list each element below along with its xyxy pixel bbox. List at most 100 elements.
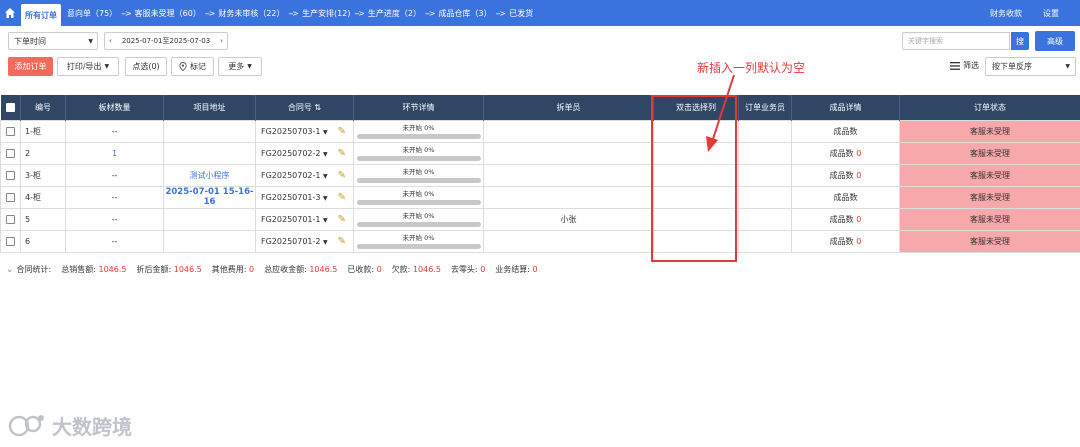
pencil-icon[interactable]: ✎ — [338, 192, 346, 203]
row-select-cell[interactable] — [0, 185, 21, 209]
row-select-cell[interactable] — [0, 229, 21, 253]
more-button[interactable]: 更多 ▼ — [218, 57, 262, 76]
order-id[interactable]: 2 — [20, 141, 66, 165]
table-row[interactable]: 6 -- FG20250701-2 ▼ ✎ 未开始 0% 成品数 0 客服未受理 — [0, 229, 1080, 253]
prev-date-icon[interactable]: ‹ — [109, 37, 112, 45]
stage-detail[interactable]: 未开始 0% — [353, 207, 484, 231]
sort-select[interactable]: 按下单反序 ▼ — [985, 57, 1076, 76]
filter-toggle[interactable]: 筛选 — [950, 60, 979, 71]
pencil-icon[interactable]: ✎ — [338, 236, 346, 247]
project-address[interactable] — [163, 207, 256, 231]
column-header-contract[interactable]: 合同号 ⇅ — [255, 95, 354, 120]
sort-icon[interactable]: ⇅ — [314, 103, 321, 112]
tab-cs-unaccepted[interactable]: 客服未受理（60） — [135, 8, 201, 19]
product-detail[interactable]: 成品数 0 — [791, 141, 900, 165]
project-address[interactable] — [163, 229, 256, 253]
column-header[interactable]: 成品详情 — [791, 95, 900, 120]
column-header[interactable]: 拆单员 — [483, 95, 654, 120]
settings-link[interactable]: 设置 — [1043, 8, 1059, 19]
project-address[interactable] — [163, 141, 256, 165]
keyword-search-input[interactable]: 关键字搜索 — [902, 32, 1010, 50]
row-select-cell[interactable] — [0, 119, 21, 143]
next-date-icon[interactable]: › — [220, 37, 223, 45]
row-select-cell[interactable] — [0, 163, 21, 187]
order-status[interactable]: 客服未受理 — [899, 229, 1080, 253]
add-order-button[interactable]: 添加订单 — [8, 57, 53, 76]
pencil-icon[interactable]: ✎ — [338, 214, 346, 225]
stage-detail[interactable]: 未开始 0% — [353, 163, 484, 187]
product-detail[interactable]: 成品数 — [791, 119, 900, 143]
row-checkbox[interactable] — [6, 170, 15, 180]
column-header[interactable]: 编号 — [20, 95, 66, 120]
table-row[interactable]: 1-柜 -- FG20250703-1 ▼ ✎ 未开始 0% 成品数 客服未受理 — [0, 119, 1080, 143]
order-id[interactable]: 6 — [20, 229, 66, 253]
table-row[interactable]: 3-柜 -- 测试小程序 FG20250702-1 ▼ ✎ 未开始 0% 成品数 0 客服未受… — [0, 163, 1080, 187]
contract-number-dropdown[interactable]: FG20250701-3 ▼ — [261, 193, 328, 202]
table-row[interactable]: 2 1 FG20250702-2 ▼ ✎ 未开始 0% 成品数 0 客服未受理 — [0, 141, 1080, 165]
row-checkbox[interactable] — [6, 214, 15, 224]
order-status[interactable]: 客服未受理 — [899, 141, 1080, 165]
select-all-cell[interactable] — [0, 95, 21, 120]
row-checkbox[interactable] — [6, 236, 15, 246]
column-header[interactable]: 项目地址 — [163, 95, 256, 120]
tab-production-progress[interactable]: 生产进度（2） — [368, 8, 421, 19]
order-status[interactable]: 客服未受理 — [899, 119, 1080, 143]
product-detail[interactable]: 成品数 0 — [791, 207, 900, 231]
column-header[interactable]: 订单状态 — [899, 95, 1080, 120]
stage-detail[interactable]: 未开始 0% — [353, 185, 484, 209]
table-row[interactable]: 5 -- FG20250701-1 ▼ ✎ 未开始 0% 小张 成品数 0 客服未受理 — [0, 207, 1080, 231]
project-address[interactable]: 2025-07-01 15-16-16 — [163, 185, 256, 209]
select-button[interactable]: 点选(0) — [125, 57, 167, 76]
pencil-icon[interactable]: ✎ — [338, 170, 346, 181]
column-header[interactable]: 环节详情 — [353, 95, 484, 120]
tab-production-plan[interactable]: 生产安排(12) — [302, 8, 350, 19]
home-button[interactable] — [0, 0, 20, 26]
date-range-picker[interactable]: ‹ 2025-07-01至2025-07-03 › — [104, 32, 228, 50]
order-status[interactable]: 客服未受理 — [899, 163, 1080, 187]
table-row[interactable]: 4-柜 -- 2025-07-01 15-16-16 FG20250701-3 ▼ ✎ 未… — [0, 185, 1080, 209]
order-status[interactable]: 客服未受理 — [899, 185, 1080, 209]
tab-shipped[interactable]: 已发货 — [509, 8, 533, 19]
row-select-cell[interactable] — [0, 141, 21, 165]
time-type-select[interactable]: 下单时间 ▼ — [8, 32, 98, 50]
project-address[interactable]: 测试小程序 — [163, 163, 256, 187]
product-detail[interactable]: 成品数 — [791, 185, 900, 209]
row-checkbox[interactable] — [6, 126, 15, 136]
row-select-cell[interactable] — [0, 207, 21, 231]
contract-number-dropdown[interactable]: FG20250701-2 ▼ — [261, 237, 328, 246]
advanced-search-button[interactable]: 高级 — [1035, 31, 1075, 51]
stage-detail[interactable]: 未开始 0% — [353, 141, 484, 165]
select-all-checkbox[interactable] — [5, 102, 15, 112]
order-id[interactable]: 4-柜 — [20, 185, 66, 209]
pencil-icon[interactable]: ✎ — [338, 148, 346, 159]
order-status[interactable]: 客服未受理 — [899, 207, 1080, 231]
project-address[interactable] — [163, 119, 256, 143]
order-id[interactable]: 1-柜 — [20, 119, 66, 143]
stage-detail[interactable]: 未开始 0% — [353, 119, 484, 143]
product-detail[interactable]: 成品数 0 — [791, 163, 900, 187]
column-header[interactable]: 订单业务员 — [738, 95, 792, 120]
pencil-icon[interactable]: ✎ — [338, 126, 346, 137]
tab-intention[interactable]: 意向单（75） — [67, 8, 117, 19]
stage-detail[interactable]: 未开始 0% — [353, 229, 484, 253]
print-export-button[interactable]: 打印/导出 ▼ — [57, 57, 119, 76]
tab-finished-warehouse[interactable]: 成品仓库（3） — [439, 8, 492, 19]
order-id[interactable]: 5 — [20, 207, 66, 231]
order-id[interactable]: 3-柜 — [20, 163, 66, 187]
product-detail[interactable]: 成品数 0 — [791, 229, 900, 253]
row-checkbox[interactable] — [6, 148, 15, 158]
collapse-chevron-icon[interactable]: ⌄ — [6, 265, 14, 275]
contract-number-dropdown[interactable]: FG20250703-1 ▼ — [261, 127, 328, 136]
finance-receipt-link[interactable]: 财务收款 — [990, 8, 1022, 19]
contract-number-dropdown[interactable]: FG20250701-1 ▼ — [261, 215, 328, 224]
sales-person — [738, 207, 792, 231]
contract-number-dropdown[interactable]: FG20250702-2 ▼ — [261, 149, 328, 158]
row-checkbox[interactable] — [6, 192, 15, 202]
tab-finance-unreviewed[interactable]: 财务未审核（22） — [218, 8, 284, 19]
mark-button[interactable]: 标记 — [171, 57, 214, 76]
search-button[interactable]: 搜 — [1011, 32, 1029, 50]
contract-number-dropdown[interactable]: FG20250702-1 ▼ — [261, 171, 328, 180]
tab-all-orders[interactable]: 所有订单 — [21, 4, 61, 26]
splitter — [483, 229, 654, 253]
column-header[interactable]: 板材数量 — [65, 95, 164, 120]
